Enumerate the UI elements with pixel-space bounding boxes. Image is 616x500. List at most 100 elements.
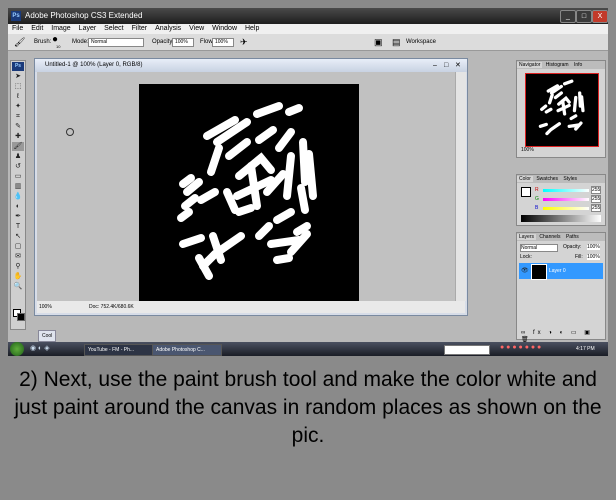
paint-stroke (255, 222, 273, 240)
notes-tool-icon[interactable]: ✉ (12, 252, 24, 261)
minimized-doc[interactable]: Cool (42, 333, 52, 339)
canvas-area[interactable] (37, 72, 455, 304)
channel-g-slider[interactable] (543, 198, 589, 201)
lasso-tool-icon[interactable]: ℓ (12, 92, 24, 101)
channel-r-slider[interactable] (543, 189, 589, 192)
move-tool-icon[interactable]: ➤ (12, 72, 24, 81)
layer-panel-buttons[interactable]: ∞ fx ◑ ◐ ▭ ▣ 🗑 (521, 329, 605, 343)
workspace-menu[interactable]: Workspace (406, 34, 436, 50)
tab-navigator[interactable]: Navigator (517, 62, 543, 68)
opacity-input[interactable]: 100% (172, 38, 194, 47)
windows-taskbar: ◉ ◐ ◈ YouTube - FM - Ph... Adobe Photosh… (8, 342, 608, 356)
menu-view[interactable]: View (189, 25, 204, 32)
layers-panel: Layers Channels Paths Normal Opacity: 10… (516, 232, 606, 343)
clock: 4:17 PM (576, 346, 595, 352)
crop-tool-icon[interactable]: ⌗ (12, 112, 24, 121)
taskbar-item-youtube[interactable]: YouTube - FM - Ph... (84, 344, 154, 356)
tool-presets-icon[interactable]: ▣ (374, 34, 383, 50)
flow-input[interactable]: 100% (212, 38, 234, 47)
zoom-level[interactable]: 100% (39, 301, 52, 313)
close-button[interactable]: X (592, 10, 608, 23)
menu-filter[interactable]: Filter (132, 25, 148, 32)
healing-tool-icon[interactable]: ✚ (12, 132, 24, 141)
minimize-button[interactable]: _ (560, 10, 576, 23)
taskbar-search-input[interactable] (444, 345, 490, 355)
menu-window[interactable]: Window (212, 25, 237, 32)
background-color-swatch[interactable] (17, 313, 25, 321)
hand-tool-icon[interactable]: ✋ (12, 272, 24, 281)
channel-b-value[interactable]: 255 (591, 204, 602, 212)
dodge-tool-icon[interactable]: ◐ (12, 202, 24, 211)
marquee-tool-icon[interactable]: ⬚ (12, 82, 24, 91)
navigator-thumbnail[interactable] (525, 73, 599, 147)
doc-minimize-icon[interactable]: – (433, 59, 437, 72)
gradient-tool-icon[interactable]: ▥ (12, 182, 24, 191)
type-tool-icon[interactable]: T (12, 222, 24, 231)
menu-help[interactable]: Help (245, 25, 259, 32)
channel-b-label: B (535, 205, 539, 211)
tab-histogram[interactable]: Histogram (544, 62, 571, 68)
tab-info[interactable]: Info (572, 62, 584, 68)
doc-maximize-icon[interactable]: □ (444, 59, 448, 72)
channel-b-slider[interactable] (543, 207, 589, 210)
channel-g-value[interactable]: 255 (591, 195, 602, 203)
eraser-tool-icon[interactable]: ▭ (12, 172, 24, 181)
history-brush-tool-icon[interactable]: ↺ (12, 162, 24, 171)
pen-tool-icon[interactable]: ✒ (12, 212, 24, 221)
doc-close-icon[interactable]: ✕ (455, 59, 461, 72)
channel-r-value[interactable]: 255 (591, 186, 602, 194)
layer-row[interactable]: 👁 Layer 0 (519, 263, 603, 280)
slice-tool-icon[interactable]: ✎ (12, 122, 24, 131)
image-canvas[interactable] (139, 84, 359, 304)
palette-well-icon[interactable]: ▤ (392, 34, 401, 50)
taskbar-item-photoshop[interactable]: Adobe Photoshop C... (152, 344, 222, 356)
system-tray-icons[interactable]: ● ● ● ● ● ● ● (500, 344, 541, 351)
quick-launch-icons[interactable]: ◉ ◐ ◈ (30, 344, 50, 352)
menu-file[interactable]: File (12, 25, 23, 32)
layer-opacity-input[interactable]: 100% (587, 244, 600, 250)
tab-color[interactable]: Color (517, 176, 533, 182)
brush-tool-icon[interactable]: 🖌 (14, 34, 25, 50)
fill-input[interactable]: 100% (587, 254, 600, 260)
paint-stroke (253, 102, 283, 118)
mode-select[interactable]: Normal (88, 38, 144, 47)
blur-tool-icon[interactable]: 💧 (12, 192, 24, 201)
blend-mode-select[interactable]: Normal (520, 244, 558, 252)
start-button[interactable] (10, 342, 24, 356)
channel-g-label: G (535, 196, 539, 202)
path-selection-tool-icon[interactable]: ↖ (12, 232, 24, 241)
brush-tool-icon-selected[interactable]: 🖌 (12, 142, 24, 151)
color-tabs: Color Swatches Styles (517, 175, 605, 183)
zoom-tool-icon[interactable]: 🔍 (12, 282, 24, 291)
tab-styles[interactable]: Styles (561, 176, 579, 182)
color-ramp[interactable] (521, 215, 601, 222)
opacity-label: Opacity: (152, 39, 175, 45)
clone-stamp-tool-icon[interactable]: ♟ (12, 152, 24, 161)
vertical-scrollbar[interactable] (455, 72, 466, 301)
paint-stroke (179, 174, 195, 188)
color-foreground-swatch[interactable] (521, 187, 531, 197)
shape-tool-icon[interactable]: ▢ (12, 242, 24, 251)
paint-stroke (299, 138, 309, 186)
eyedropper-tool-icon[interactable]: ⚲ (12, 262, 24, 271)
menu-layer[interactable]: Layer (79, 25, 97, 32)
layer-thumbnail (531, 264, 547, 280)
menu-analysis[interactable]: Analysis (155, 25, 181, 32)
tutorial-caption: 2) Next, use the paint brush tool and ma… (14, 368, 602, 447)
tab-layers[interactable]: Layers (517, 234, 537, 240)
navigator-zoom[interactable]: 100% (521, 147, 534, 153)
minimized-docs: Cool (38, 330, 57, 342)
layer-name[interactable]: Layer 0 (549, 268, 566, 274)
tab-channels[interactable]: Channels (537, 234, 562, 240)
brush-label: Brush: (34, 39, 52, 45)
maximize-button[interactable]: □ (576, 10, 592, 23)
airbrush-icon[interactable]: ✈ (240, 34, 248, 50)
color-panel: Color Swatches Styles R 255 G 255 B 255 (516, 174, 606, 226)
menu-edit[interactable]: Edit (31, 25, 43, 32)
tab-swatches[interactable]: Swatches (534, 176, 560, 182)
menu-image[interactable]: Image (51, 25, 70, 32)
visibility-eye-icon[interactable]: 👁 (521, 267, 529, 274)
menu-select[interactable]: Select (104, 25, 123, 32)
tab-paths[interactable]: Paths (564, 234, 581, 240)
magic-wand-tool-icon[interactable]: ✦ (12, 102, 24, 111)
